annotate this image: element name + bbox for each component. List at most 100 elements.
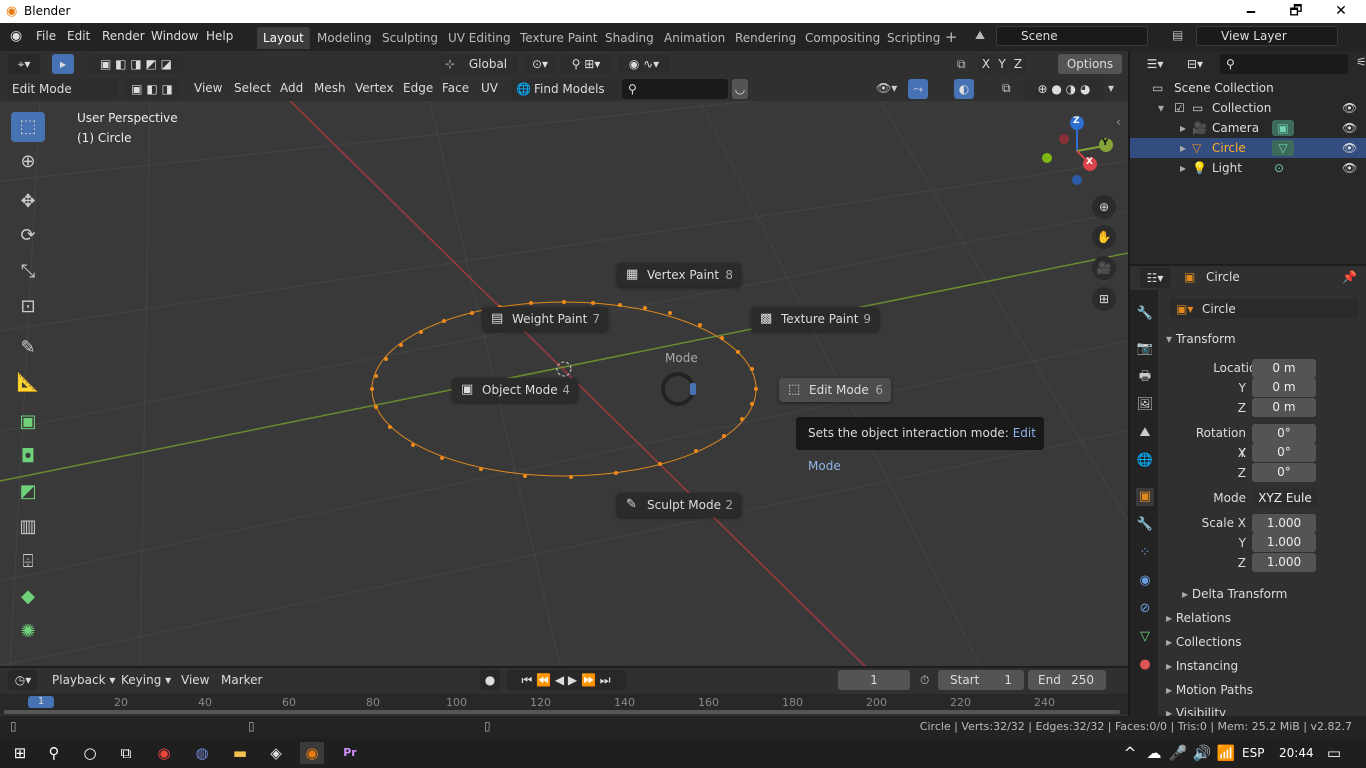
- mesh-data-icon[interactable]: ▽: [1272, 140, 1294, 156]
- select-mode-icons[interactable]: ▣ ◧ ◨: [124, 79, 180, 99]
- motion-paths-panel-header[interactable]: ▸ Motion Paths: [1166, 680, 1362, 700]
- view-layer-selector[interactable]: View Layer: [1196, 26, 1338, 46]
- blender-taskbar-icon[interactable]: ◉: [300, 742, 324, 764]
- menu-edge[interactable]: Edge: [403, 81, 433, 95]
- mirror-y-toggle[interactable]: Y: [994, 54, 1010, 74]
- transform-panel-header[interactable]: ▾ Transform: [1166, 329, 1362, 349]
- ortho-grid-icon[interactable]: ⊞: [1092, 287, 1116, 311]
- tab-layout[interactable]: Layout: [257, 27, 310, 49]
- microphone-icon[interactable]: 🎤: [1166, 742, 1190, 764]
- transform-tool-icon[interactable]: ⊡: [11, 292, 45, 322]
- pie-object-mode[interactable]: ▣ Object Mode 4: [452, 378, 578, 402]
- tab-modeling[interactable]: Modeling: [311, 27, 378, 49]
- start-frame-field[interactable]: Start 1: [938, 670, 1024, 690]
- physics-tab-icon[interactable]: ◉: [1136, 572, 1154, 590]
- premiere-icon[interactable]: Pr: [338, 742, 362, 764]
- pin-icon[interactable]: 📌: [1342, 270, 1357, 284]
- pie-texture-paint[interactable]: ▩ Texture Paint 9: [751, 307, 879, 331]
- menu-window[interactable]: Window: [151, 29, 198, 43]
- timeline-editor-icon[interactable]: ◷▾: [8, 670, 38, 690]
- sidebar-toggle-icon[interactable]: ‹: [1116, 115, 1121, 129]
- rotation-x-field[interactable]: 0°: [1252, 424, 1316, 443]
- scene-selector[interactable]: Scene: [996, 26, 1148, 46]
- eye-icon[interactable]: 👁: [1342, 158, 1357, 178]
- tab-shading[interactable]: Shading: [599, 27, 660, 49]
- knife-tool-icon[interactable]: ⌹: [11, 547, 45, 577]
- xray-icon[interactable]: ⧉: [1002, 81, 1011, 96]
- proportional-edit-icon[interactable]: ◉ ∿▾: [618, 54, 670, 74]
- playback-menu[interactable]: Playback ▾: [52, 673, 115, 687]
- rotation-z-field[interactable]: 0°: [1252, 463, 1316, 482]
- menu-face[interactable]: Face: [442, 81, 469, 95]
- app-icon[interactable]: ◈: [264, 742, 288, 764]
- gizmo-y-label[interactable]: Y: [1102, 138, 1109, 148]
- rotation-y-field[interactable]: 0°: [1252, 443, 1316, 462]
- mirror-x-toggle[interactable]: X: [978, 54, 994, 74]
- pie-vertex-paint[interactable]: ▦ Vertex Paint 8: [617, 263, 741, 287]
- menu-help[interactable]: Help: [206, 29, 233, 43]
- menu-select[interactable]: Select: [234, 81, 271, 95]
- tool-tab-icon[interactable]: 🔧: [1136, 305, 1154, 323]
- object-name-field[interactable]: Circle: [1170, 299, 1358, 319]
- timeline-scrollbar[interactable]: [4, 710, 1120, 714]
- mirror-z-toggle[interactable]: Z: [1010, 54, 1026, 74]
- location-z-field[interactable]: 0 m: [1252, 398, 1316, 417]
- current-frame-field[interactable]: 1: [838, 670, 910, 690]
- outliner-collection[interactable]: ▾ ☑ ▭ Collection 👁: [1130, 98, 1366, 118]
- collections-panel-header[interactable]: ▸ Collections: [1166, 632, 1362, 652]
- volume-icon[interactable]: 🔊: [1190, 742, 1214, 764]
- spin-tool-icon[interactable]: ✺: [11, 617, 45, 647]
- modifier-tab-icon[interactable]: 🔧: [1136, 516, 1154, 534]
- menu-edit[interactable]: Edit: [67, 29, 90, 43]
- view-layer-tab-icon[interactable]: 🖼: [1136, 396, 1154, 414]
- scale-z-field[interactable]: 1.000: [1252, 553, 1316, 572]
- snap-icon[interactable]: ⚲ ⊞▾: [560, 54, 612, 74]
- options-dropdown[interactable]: Options: [1058, 54, 1122, 74]
- search-icon[interactable]: ⚲: [42, 742, 66, 764]
- language-indicator[interactable]: ESP: [1242, 746, 1264, 760]
- select-box-tool-icon[interactable]: ⬚: [11, 112, 45, 142]
- visibility-panel-header[interactable]: ▸ Visibility: [1166, 703, 1362, 716]
- tab-compositing[interactable]: Compositing: [799, 27, 886, 49]
- tab-sculpting[interactable]: Sculpting: [376, 27, 444, 49]
- eye-icon[interactable]: 👁: [1342, 98, 1357, 118]
- display-mode-icon[interactable]: ⊟▾: [1180, 54, 1210, 74]
- pie-sculpt-mode[interactable]: ✎ Sculpt Mode 2: [617, 493, 741, 517]
- tab-texture-paint[interactable]: Texture Paint: [514, 27, 603, 49]
- rotate-tool-icon[interactable]: ⟳: [11, 221, 45, 251]
- clock[interactable]: 20:44: [1279, 746, 1314, 760]
- playback-controls[interactable]: ⏮ ⏪ ◀ ▶ ⏩ ⏭: [506, 670, 626, 690]
- shading-options-icon[interactable]: ▾: [1108, 81, 1114, 95]
- record-icon[interactable]: ●: [480, 670, 500, 690]
- timeline-ruler[interactable]: 1 20 40 60 80 100 120 140 160 180 200 22…: [0, 694, 1128, 714]
- timeline-view-menu[interactable]: View: [181, 673, 209, 687]
- editor-type-icon[interactable]: ⌖▾: [8, 54, 40, 74]
- eye-icon[interactable]: 👁: [1342, 118, 1357, 138]
- menu-uv[interactable]: UV: [481, 81, 498, 95]
- move-tool-icon[interactable]: ✥: [11, 187, 45, 217]
- gizmo-toggle-icon[interactable]: ⤳: [908, 79, 928, 99]
- file-explorer-icon[interactable]: ▬: [228, 742, 252, 764]
- scale-x-field[interactable]: 1.000: [1252, 514, 1316, 533]
- tab-scripting[interactable]: Scripting: [881, 27, 946, 49]
- camera-view-icon[interactable]: 🎥: [1092, 256, 1116, 280]
- rotation-mode-dropdown[interactable]: XYZ Eule: [1252, 489, 1318, 508]
- outliner-item-light[interactable]: ▸ 💡 Light ⊙ 👁: [1130, 158, 1366, 178]
- close-button[interactable]: ✕: [1318, 0, 1364, 23]
- zoom-icon[interactable]: ⊕: [1092, 195, 1116, 219]
- annotate-tool-icon[interactable]: ✎: [11, 333, 45, 363]
- chrome-icon[interactable]: ◉: [152, 742, 176, 764]
- find-search-input[interactable]: ⚲: [622, 79, 728, 99]
- mirror-icon[interactable]: ⧉: [957, 57, 966, 72]
- pan-hand-icon[interactable]: ✋: [1092, 225, 1116, 249]
- light-data-icon[interactable]: ⊙: [1274, 158, 1284, 178]
- discord-icon[interactable]: ◍: [190, 742, 214, 764]
- checkbox-icon[interactable]: ☑: [1174, 98, 1185, 118]
- delta-transform-header[interactable]: ▸ Delta Transform: [1182, 584, 1362, 604]
- render-tab-icon[interactable]: 📷: [1136, 340, 1154, 358]
- 3d-viewport[interactable]: Z Y X User Perspective (1) Circle ⬚ ⊕ ✥ …: [0, 101, 1128, 666]
- overlay-toggle-icon[interactable]: ◐: [954, 79, 974, 99]
- pivot-icon[interactable]: ⊙▾: [524, 54, 556, 74]
- scale-tool-icon[interactable]: ⤡: [11, 257, 45, 287]
- gizmo-z-label[interactable]: Z: [1073, 116, 1080, 126]
